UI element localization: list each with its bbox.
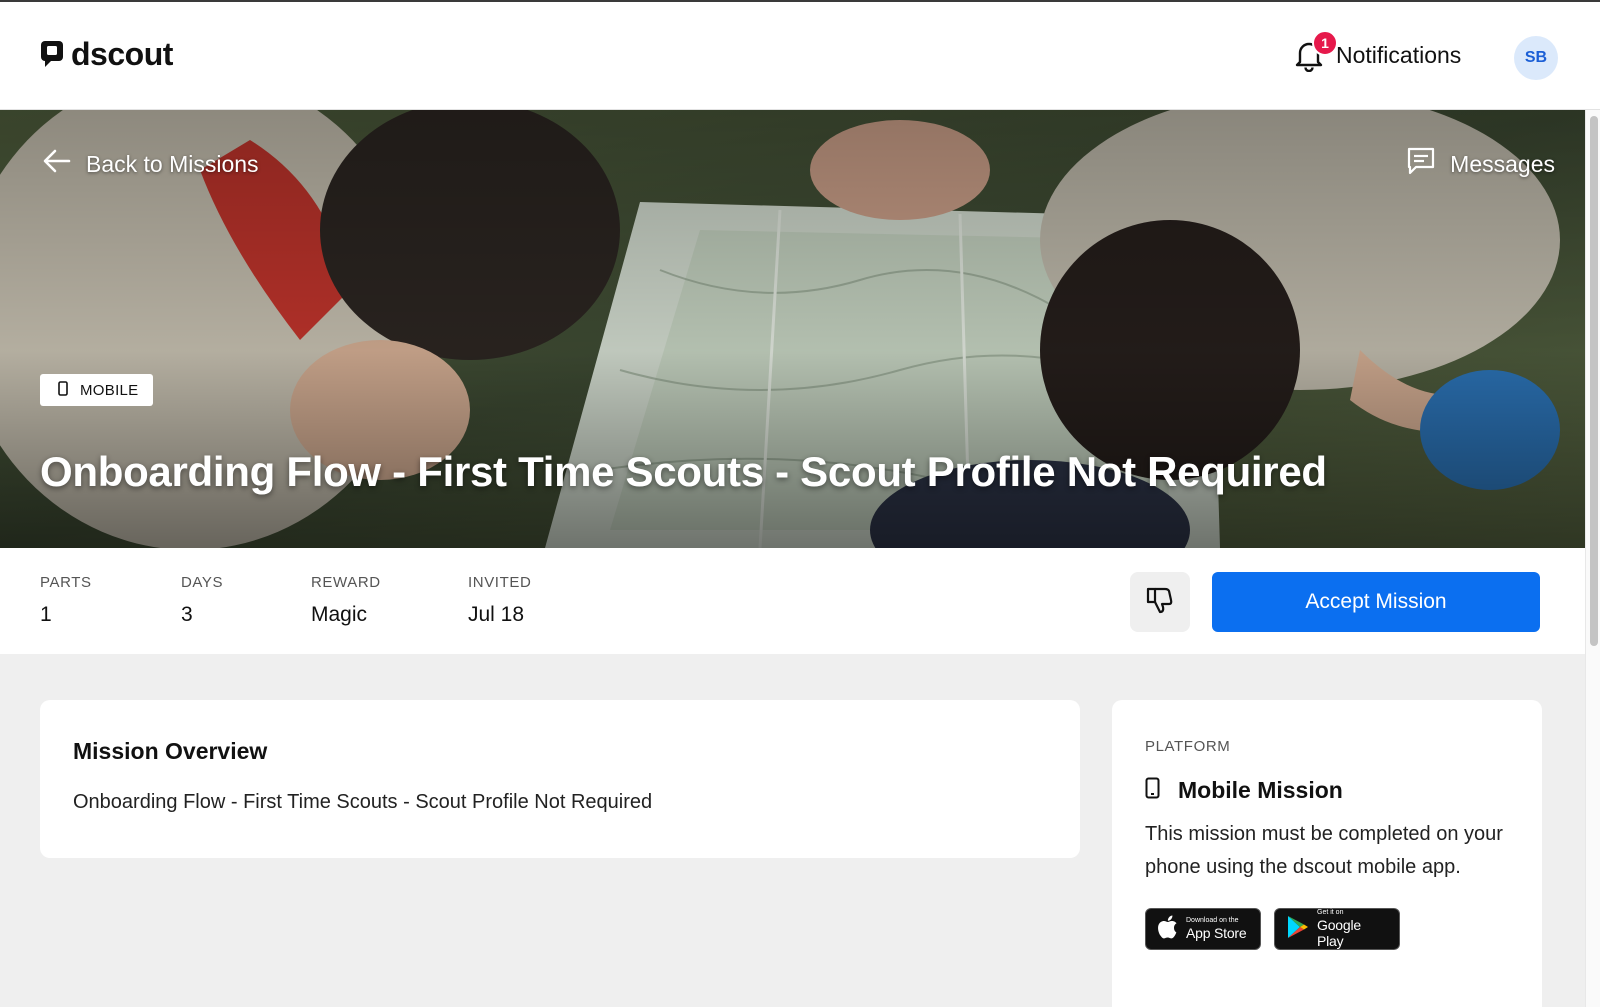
phone-icon <box>58 380 68 400</box>
store-badges: Download on the App Store Get it on Goog… <box>1145 908 1509 950</box>
stat-value: Jul 18 <box>468 603 525 626</box>
scrollbar-thumb[interactable] <box>1590 116 1598 646</box>
app-store-caption: Download on the <box>1186 917 1239 924</box>
user-avatar[interactable]: SB <box>1514 36 1558 80</box>
stat-label: INVITED <box>468 574 532 591</box>
stat-parts: PARTS 1 <box>40 574 92 627</box>
notifications-count-badge: 1 <box>1312 30 1338 56</box>
dscout-logo-icon <box>40 40 64 68</box>
overview-heading: Mission Overview <box>73 738 268 764</box>
mission-stats-bar: PARTS 1 DAYS 3 REWARD Magic INVITED Jul … <box>0 548 1585 654</box>
stat-invited: INVITED Jul 18 <box>468 574 531 627</box>
platform-tag: MOBILE <box>40 374 154 406</box>
platform-title-row: Mobile Mission <box>1145 777 1509 804</box>
top-navbar: dscout Notifications 1 SB <box>0 2 1600 110</box>
app-store-button[interactable]: Download on the App Store <box>1145 908 1261 950</box>
mission-hero: Back to Missions Messages MOBILE Onboard… <box>0 110 1585 548</box>
brand-name: dscout <box>71 36 173 72</box>
apple-icon <box>1158 915 1178 944</box>
back-to-missions-link[interactable]: Back to Missions <box>42 148 259 180</box>
platform-tag-label: MOBILE <box>80 381 139 399</box>
stat-days: DAYS 3 <box>181 574 223 627</box>
accept-mission-button[interactable]: Accept Mission <box>1212 572 1540 632</box>
stat-label: DAYS <box>181 574 224 591</box>
google-play-caption: Get it on <box>1317 909 1344 916</box>
platform-label: PLATFORM <box>1145 738 1231 755</box>
decline-mission-button[interactable] <box>1130 572 1190 632</box>
overview-body: Onboarding Flow - First Time Scouts - Sc… <box>73 791 653 813</box>
google-play-label: Google Play <box>1317 917 1361 949</box>
messages-link[interactable]: Messages <box>1406 146 1555 182</box>
mission-title: Onboarding Flow - First Time Scouts - Sc… <box>40 448 1327 495</box>
stat-label: REWARD <box>311 574 381 591</box>
arrow-left-icon <box>42 148 72 180</box>
stat-reward: REWARD Magic <box>311 574 381 627</box>
brand-logo[interactable]: dscout <box>40 38 173 70</box>
chat-icon <box>1406 146 1436 182</box>
stat-value: Magic <box>311 603 368 626</box>
notifications-label: Notifications <box>1336 41 1462 68</box>
stat-value: 1 <box>40 603 52 626</box>
thumbs-down-icon <box>1145 585 1175 620</box>
platform-description: This mission must be completed on your p… <box>1145 823 1503 878</box>
platform-title: Mobile Mission <box>1178 777 1343 803</box>
platform-card: PLATFORM Mobile Mission This mission mus… <box>1112 700 1542 1007</box>
messages-label: Messages <box>1450 150 1555 177</box>
page-scrollbar[interactable] <box>1585 110 1600 1007</box>
google-play-button[interactable]: Get it on Google Play <box>1274 908 1400 950</box>
back-to-missions-label: Back to Missions <box>86 150 259 177</box>
app-store-label: App Store <box>1186 925 1247 941</box>
mission-overview-card: Mission Overview Onboarding Flow - First… <box>40 700 1080 858</box>
stat-label: PARTS <box>40 574 92 591</box>
phone-icon <box>1145 777 1160 804</box>
stat-value: 3 <box>181 603 193 626</box>
google-play-icon <box>1287 915 1309 944</box>
